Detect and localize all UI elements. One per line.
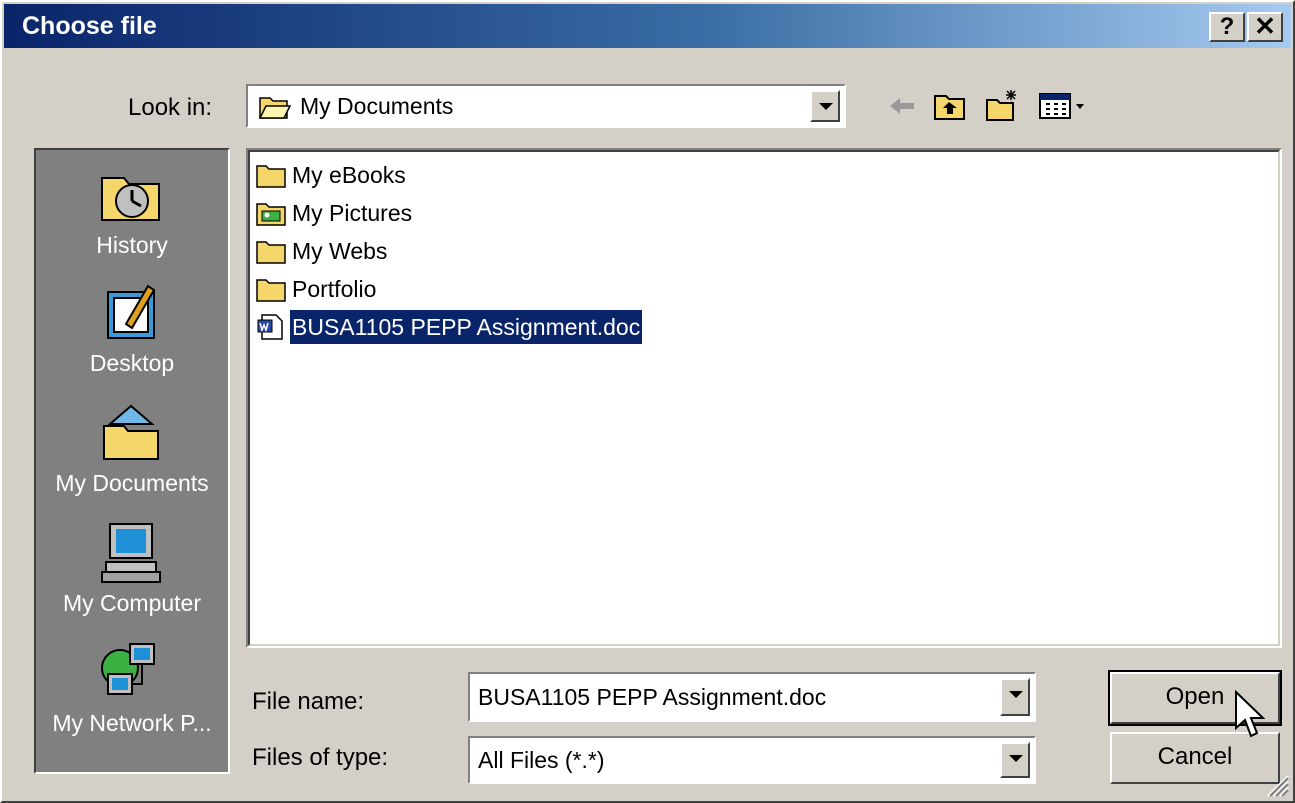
back-arrow-icon[interactable]: [884, 88, 920, 124]
file-name-text: My Webs: [292, 238, 388, 264]
folder-icon: [256, 279, 286, 302]
look-in-label: Look in:: [128, 94, 213, 121]
places-my-documents-label: My Documents: [55, 470, 209, 496]
open-folder-icon: [258, 97, 292, 119]
file-name-dropdown-button[interactable]: [1000, 678, 1030, 716]
places-bar: History Desktop My Documents My Computer…: [34, 148, 230, 774]
file-list[interactable]: My eBooks My Pictures My Webs Portfolio: [246, 148, 1282, 648]
my-network-places-icon: [101, 643, 155, 695]
look-in-value: My Documents: [300, 93, 454, 119]
file-name-value: BUSA1105 PEPP Assignment.doc: [478, 684, 827, 710]
file-name-text: My eBooks: [292, 162, 406, 188]
close-button[interactable]: ✕: [1247, 12, 1283, 42]
file-name-input[interactable]: BUSA1105 PEPP Assignment.doc: [468, 672, 1036, 722]
places-desktop[interactable]: Desktop: [36, 282, 228, 394]
folder-icon: [256, 165, 286, 188]
dialog-title: Choose file: [22, 12, 157, 40]
help-button[interactable]: ?: [1209, 12, 1245, 42]
places-my-network-places[interactable]: My Network P...: [36, 642, 228, 754]
files-of-type-label: Files of type:: [252, 744, 389, 771]
files-of-type-dropdown-button[interactable]: [1000, 742, 1030, 778]
files-of-type-dropdown[interactable]: All Files (*.*): [468, 736, 1036, 784]
pictures-folder-icon: [256, 203, 286, 226]
views-menu-icon[interactable]: [1038, 88, 1094, 124]
places-desktop-label: Desktop: [89, 350, 175, 376]
my-computer-icon: [101, 523, 161, 583]
file-name-text: Portfolio: [292, 276, 377, 302]
files-of-type-value: All Files (*.*): [478, 747, 605, 773]
look-in-dropdown-button[interactable]: [810, 90, 840, 122]
places-history-label: History: [96, 232, 168, 258]
places-my-documents[interactable]: My Documents: [36, 402, 228, 514]
history-icon: [101, 177, 160, 221]
places-my-network-places-label: My Network P...: [52, 710, 212, 736]
mouse-cursor-icon: [1235, 690, 1266, 738]
my-documents-icon: [103, 404, 159, 460]
places-my-computer-label: My Computer: [62, 590, 202, 616]
look-in-dropdown[interactable]: My Documents: [246, 84, 846, 128]
file-name-text: BUSA1105 PEPP Assignment.doc: [290, 310, 643, 344]
resize-grip-icon[interactable]: [1264, 772, 1290, 798]
places-history[interactable]: History: [36, 164, 228, 276]
places-my-computer[interactable]: My Computer: [36, 522, 228, 634]
word-document-icon: [257, 314, 283, 340]
new-folder-icon[interactable]: [984, 88, 1020, 124]
choose-file-dialog: Choose file ? ✕ Look in: My Documents Hi…: [0, 0, 1295, 803]
up-one-level-icon[interactable]: [932, 88, 968, 124]
folder-icon: [256, 241, 286, 264]
file-name-text: My Pictures: [292, 200, 413, 226]
title-bar[interactable]: Choose file ? ✕: [4, 4, 1291, 48]
file-name-label: File name:: [252, 688, 365, 715]
desktop-icon: [107, 284, 156, 339]
